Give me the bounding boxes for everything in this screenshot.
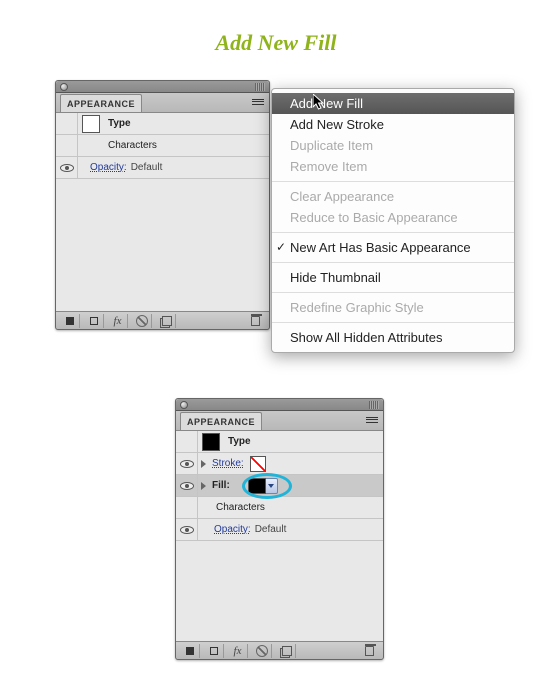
characters-label: Characters bbox=[212, 502, 265, 513]
fill-color-dropdown[interactable] bbox=[266, 478, 278, 494]
row-stroke[interactable]: Stroke: bbox=[176, 453, 383, 475]
visibility-column bbox=[56, 135, 78, 156]
menu-separator bbox=[272, 181, 514, 182]
visibility-toggle[interactable] bbox=[176, 519, 198, 540]
row-type[interactable]: Type bbox=[56, 113, 269, 135]
disclosure-toggle[interactable] bbox=[198, 482, 208, 490]
visibility-toggle[interactable] bbox=[56, 157, 78, 178]
menu-separator bbox=[272, 322, 514, 323]
row-type[interactable]: Type bbox=[176, 431, 383, 453]
menu-item-redefine-graphic-style: Redefine Graphic Style bbox=[272, 297, 514, 318]
square-filled-icon bbox=[66, 317, 74, 325]
close-icon[interactable] bbox=[60, 83, 68, 91]
new-fill-button[interactable] bbox=[84, 314, 104, 328]
row-characters[interactable]: Characters bbox=[176, 497, 383, 519]
delete-item-button[interactable] bbox=[359, 644, 379, 658]
characters-label: Characters bbox=[104, 140, 157, 151]
disclosure-toggle[interactable] bbox=[198, 460, 208, 468]
new-stroke-button[interactable] bbox=[60, 314, 80, 328]
eye-icon bbox=[180, 460, 194, 468]
type-thumbnail-swatch bbox=[82, 115, 100, 133]
menu-item-reduce-to-basic-appearance: Reduce to Basic Appearance bbox=[272, 207, 514, 228]
page-title: Add New Fill bbox=[0, 0, 552, 74]
row-opacity[interactable]: Opacity: Default bbox=[176, 519, 383, 541]
delete-item-button[interactable] bbox=[245, 314, 265, 328]
fx-icon: fx bbox=[114, 315, 122, 327]
fx-icon: fx bbox=[234, 645, 242, 657]
panel-body: Type Stroke: Fill: Characters bbox=[176, 431, 383, 641]
panel-flyout-menu[interactable]: Add New FillAdd New StrokeDuplicate Item… bbox=[271, 88, 515, 353]
panel-footer: fx bbox=[176, 641, 383, 659]
tab-appearance[interactable]: APPEARANCE bbox=[60, 94, 142, 112]
visibility-toggle[interactable] bbox=[176, 453, 198, 474]
new-stroke-button[interactable] bbox=[180, 644, 200, 658]
duplicate-icon bbox=[162, 316, 172, 326]
duplicate-item-button[interactable] bbox=[156, 314, 176, 328]
clear-icon bbox=[136, 315, 148, 327]
trash-icon bbox=[251, 316, 260, 326]
visibility-column bbox=[56, 113, 78, 134]
close-icon[interactable] bbox=[180, 401, 188, 409]
type-label: Type bbox=[224, 436, 251, 447]
new-fill-button[interactable] bbox=[204, 644, 224, 658]
appearance-panel-before: APPEARANCE Type Characters Opacity: Defa… bbox=[55, 80, 270, 330]
menu-item-hide-thumbnail[interactable]: Hide Thumbnail bbox=[272, 267, 514, 288]
square-empty-icon bbox=[210, 647, 218, 655]
eye-icon bbox=[180, 482, 194, 490]
menu-item-show-all-hidden-attributes[interactable]: Show All Hidden Attributes bbox=[272, 327, 514, 348]
visibility-toggle[interactable] bbox=[176, 475, 198, 496]
duplicate-item-button[interactable] bbox=[276, 644, 296, 658]
menu-item-duplicate-item: Duplicate Item bbox=[272, 135, 514, 156]
clear-icon bbox=[256, 645, 268, 657]
panel-titlebar[interactable] bbox=[56, 81, 269, 93]
opacity-link[interactable]: Opacity: bbox=[86, 162, 127, 173]
stroke-link[interactable]: Stroke: bbox=[208, 458, 244, 469]
chevron-right-icon bbox=[201, 482, 206, 490]
panel-tab-bar: APPEARANCE bbox=[56, 93, 269, 113]
fill-color-swatch[interactable] bbox=[248, 478, 266, 494]
menu-item-add-new-stroke[interactable]: Add New Stroke bbox=[272, 114, 514, 135]
menu-separator bbox=[272, 232, 514, 233]
panel-menu-button[interactable] bbox=[251, 96, 265, 108]
panel-footer: fx bbox=[56, 311, 269, 329]
tab-appearance[interactable]: APPEARANCE bbox=[180, 412, 262, 430]
menu-item-new-art-has-basic-appearance[interactable]: New Art Has Basic Appearance bbox=[272, 237, 514, 258]
menu-item-add-new-fill[interactable]: Add New Fill bbox=[272, 93, 514, 114]
opacity-value: Default bbox=[127, 162, 163, 173]
clear-appearance-button[interactable] bbox=[252, 644, 272, 658]
collapse-grip-icon[interactable] bbox=[369, 401, 379, 409]
eye-icon bbox=[180, 526, 194, 534]
type-thumbnail-swatch bbox=[202, 433, 220, 451]
row-fill[interactable]: Fill: bbox=[176, 475, 383, 497]
menu-separator bbox=[272, 292, 514, 293]
clear-appearance-button[interactable] bbox=[132, 314, 152, 328]
duplicate-icon bbox=[282, 646, 292, 656]
eye-icon bbox=[60, 164, 74, 172]
row-opacity[interactable]: Opacity: Default bbox=[56, 157, 269, 179]
opacity-value: Default bbox=[251, 524, 287, 535]
row-characters[interactable]: Characters bbox=[56, 135, 269, 157]
collapse-grip-icon[interactable] bbox=[255, 83, 265, 91]
panel-body: Type Characters Opacity: Default bbox=[56, 113, 269, 311]
square-filled-icon bbox=[186, 647, 194, 655]
menu-item-remove-item: Remove Item bbox=[272, 156, 514, 177]
panel-titlebar[interactable] bbox=[176, 399, 383, 411]
fill-label: Fill: bbox=[208, 480, 230, 491]
visibility-column bbox=[176, 497, 198, 518]
appearance-panel-after: APPEARANCE Type Stroke: Fill: bbox=[175, 398, 384, 660]
menu-separator bbox=[272, 262, 514, 263]
menu-item-clear-appearance: Clear Appearance bbox=[272, 186, 514, 207]
square-empty-icon bbox=[90, 317, 98, 325]
chevron-down-icon bbox=[268, 484, 274, 488]
add-effect-button[interactable]: fx bbox=[228, 644, 248, 658]
type-label: Type bbox=[104, 118, 131, 129]
stroke-swatch-none[interactable] bbox=[250, 456, 266, 472]
visibility-column bbox=[176, 431, 198, 452]
add-effect-button[interactable]: fx bbox=[108, 314, 128, 328]
panel-tab-bar: APPEARANCE bbox=[176, 411, 383, 431]
trash-icon bbox=[365, 646, 374, 656]
chevron-right-icon bbox=[201, 460, 206, 468]
panel-menu-button[interactable] bbox=[365, 414, 379, 426]
opacity-link[interactable]: Opacity: bbox=[210, 524, 251, 535]
